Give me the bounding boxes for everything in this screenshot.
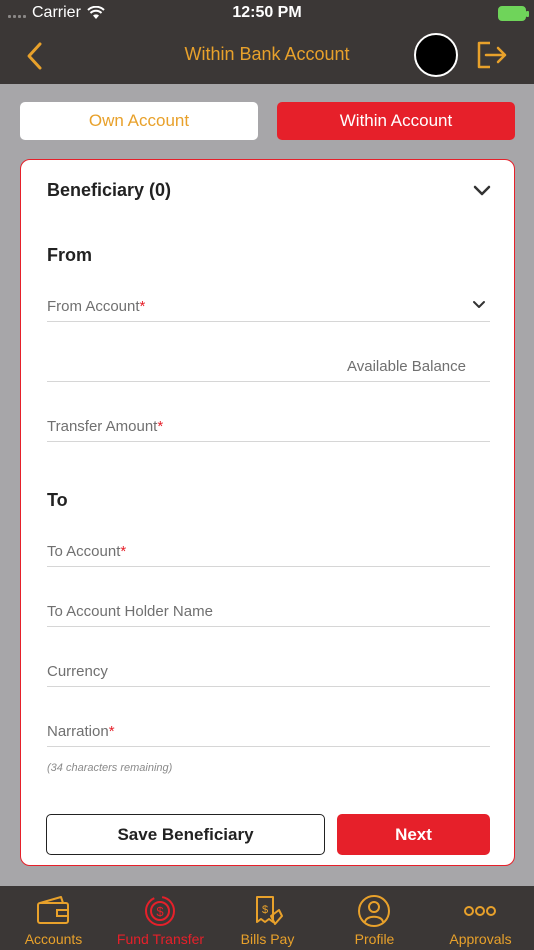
to-account-input[interactable]: To Account* (47, 529, 490, 567)
avatar[interactable] (414, 33, 458, 77)
transfer-icon: $ (145, 896, 175, 926)
status-time: 12:50 PM (232, 4, 302, 21)
battery-icon (498, 6, 529, 21)
chevron-down-icon (473, 301, 485, 308)
tab-bills-pay-label: Bills Pay (240, 931, 295, 947)
available-balance-label: Available Balance (347, 358, 466, 375)
wallet-icon (37, 896, 69, 924)
narration-input[interactable]: Narration* (47, 709, 490, 747)
to-holder-name-label: To Account Holder Name (47, 603, 213, 620)
transfer-form-card: Beneficiary (0) From From Account* Avail… (20, 159, 515, 866)
bill-icon: $ (256, 896, 283, 925)
narration-label: Narration* (47, 723, 115, 740)
tab-profile[interactable]: Profile (321, 886, 428, 950)
to-account-label: To Account* (47, 543, 127, 560)
next-button[interactable]: Next (337, 814, 490, 855)
transfer-amount-input[interactable]: Transfer Amount* (47, 404, 490, 442)
svg-text:$: $ (156, 904, 164, 919)
to-holder-name-input[interactable]: To Account Holder Name (47, 589, 490, 627)
tab-accounts[interactable]: Accounts (0, 886, 107, 950)
tab-own-account[interactable]: Own Account (20, 102, 258, 140)
logout-icon[interactable] (474, 38, 510, 72)
save-beneficiary-button[interactable]: Save Beneficiary (46, 814, 325, 855)
tab-bills-pay[interactable]: $ Bills Pay (214, 886, 321, 950)
from-section-label: From (47, 245, 92, 265)
nav-header: Within Bank Account (0, 28, 534, 84)
chevron-down-icon[interactable] (472, 183, 492, 199)
bottom-tab-bar: Accounts $ Fund Transfer $ Bills Pay Pro… (0, 886, 534, 950)
characters-remaining: (34 characters remaining) (47, 762, 173, 774)
tab-fund-transfer[interactable]: $ Fund Transfer (107, 886, 214, 950)
to-section-label: To (47, 490, 68, 510)
tab-accounts-label: Accounts (24, 931, 83, 947)
from-account-select[interactable]: From Account* (47, 284, 490, 322)
from-account-label: From Account* (47, 298, 146, 315)
currency-label: Currency (47, 663, 108, 680)
beneficiary-header[interactable]: Beneficiary (0) (47, 180, 171, 201)
tab-fund-transfer-label: Fund Transfer (116, 931, 205, 947)
profile-icon (358, 895, 390, 927)
tab-approvals-label: Approvals (449, 931, 512, 947)
transfer-amount-label: Transfer Amount* (47, 418, 164, 435)
tab-approvals[interactable]: Approvals (427, 886, 534, 950)
svg-text:$: $ (262, 904, 268, 916)
status-bar: Carrier 12:50 PM (0, 0, 534, 28)
more-icon (464, 906, 496, 916)
currency-input[interactable]: Currency (47, 649, 490, 687)
tab-profile-label: Profile (354, 931, 395, 947)
tab-within-account[interactable]: Within Account (277, 102, 515, 140)
available-balance-field: Available Balance (47, 344, 490, 382)
